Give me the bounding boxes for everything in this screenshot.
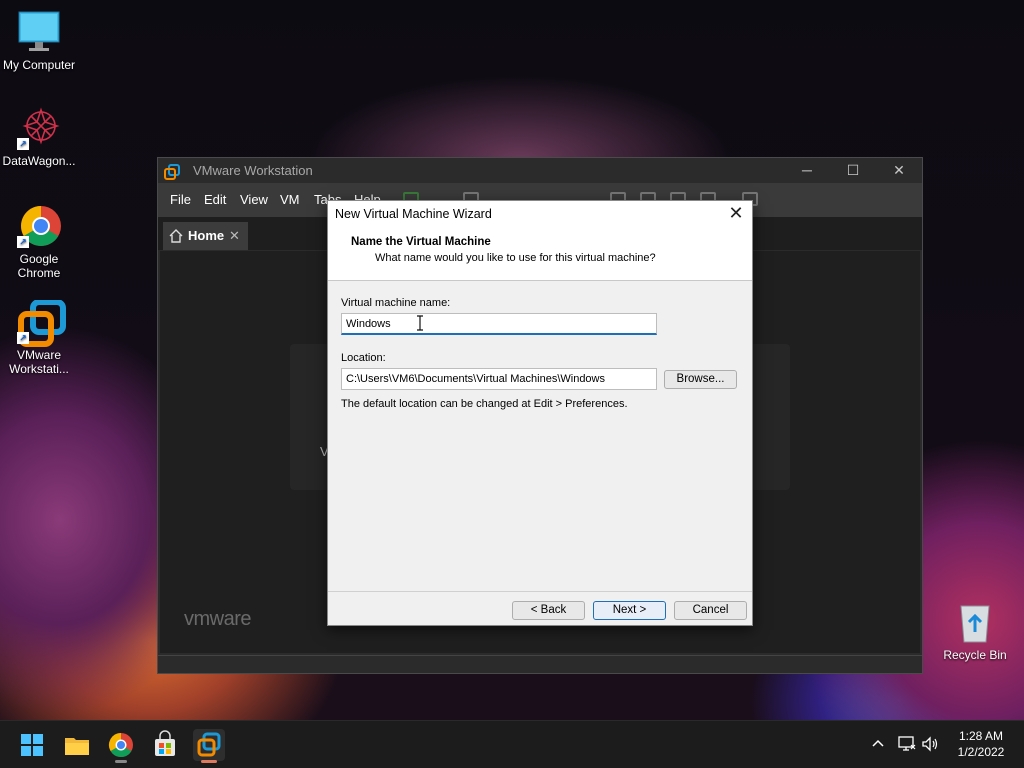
vm-name-label: Virtual machine name: [341,297,451,309]
tab-close-icon[interactable]: ✕ [229,222,240,250]
dialog-close-icon[interactable]: ✕ [726,201,746,225]
vmware-icon [164,163,180,180]
start-button[interactable] [16,729,48,761]
browse-button[interactable]: Browse... [664,370,737,389]
desktop-icon-label: Recycle Bin [943,648,1007,662]
vmware-logo: vmware [184,608,252,630]
cancel-button[interactable]: Cancel [674,601,747,620]
shortcut-arrow-icon: ↗ [17,236,29,248]
chrome-icon: ↗ [17,204,61,248]
store-icon [155,730,175,756]
menu-vm[interactable]: VM [280,192,300,207]
window-titlebar[interactable]: VMware Workstation ─ ☐ ✕ [158,158,922,183]
menu-view[interactable]: View [240,192,268,207]
desktop: My Computer ↗ DataWagon... ↗ Google Chro… [0,0,1024,720]
start-icon [21,734,43,756]
close-button[interactable]: ✕ [876,158,922,183]
datawagon-icon: ↗ [17,106,61,150]
footer-divider [328,591,752,592]
wizard-step-title: Name the Virtual Machine [351,236,491,248]
location-hint: The default location can be changed at E… [341,398,628,410]
active-indicator [201,760,217,763]
wizard-step-subtitle: What name would you like to use for this… [375,252,656,264]
tab-home[interactable]: Home ✕ [163,222,248,250]
file-explorer-icon [65,738,89,755]
clock[interactable]: 1:28 AM 1/2/2022 [948,728,1014,760]
location-input[interactable] [341,368,657,390]
back-button[interactable]: < Back [512,601,585,620]
window-title: VMware Workstation [193,163,313,178]
vmware-icon [197,732,221,757]
taskbar-file-explorer[interactable] [61,729,93,761]
tab-home-label: Home [188,228,225,243]
dialog-titlebar[interactable]: New Virtual Machine Wizard ✕ [328,201,752,227]
desktop-icon-my-computer[interactable]: My Computer [0,10,78,72]
desktop-icon-label: Google Chrome [17,252,61,280]
vmware-icon: ↗ [17,299,66,347]
clock-date: 1/2/2022 [957,745,1005,759]
new-vm-wizard-dialog: New Virtual Machine Wizard ✕ Name the Vi… [327,200,753,626]
shortcut-arrow-icon: ↗ [17,138,29,150]
recycle-bin-icon [953,600,997,644]
taskbar-chrome[interactable] [105,729,137,763]
taskbar-vmware[interactable] [193,729,225,763]
maximize-button[interactable]: ☐ [830,158,876,183]
desktop-icon-recycle-bin[interactable]: Recycle Bin [936,600,1014,662]
desktop-icon-vmware[interactable]: ↗ VMware Workstati... [0,299,78,376]
taskbar-store[interactable] [149,729,181,761]
desktop-icon-label: My Computer [2,58,76,72]
desktop-icon-label: DataWagon... [2,154,76,168]
vm-name-input[interactable] [341,313,657,335]
status-bar [158,655,922,673]
chevron-up-icon[interactable] [870,735,886,754]
shortcut-arrow-icon: ↗ [17,332,29,344]
menu-file[interactable]: File [170,192,191,207]
taskbar: 1:28 AM 1/2/2022 [0,720,1024,768]
location-label: Location: [341,352,386,364]
dialog-title: New Virtual Machine Wizard [335,207,492,221]
desktop-icon-label: VMware Workstati... [9,348,69,376]
menu-edit[interactable]: Edit [204,192,226,207]
volume-icon[interactable] [921,735,939,756]
wizard-header: Name the Virtual Machine What name would… [328,227,752,281]
text-cursor-icon [416,315,424,331]
desktop-icon-google-chrome[interactable]: ↗ Google Chrome [0,204,78,280]
next-button[interactable]: Next > [593,601,666,620]
minimize-button[interactable]: ─ [784,158,830,183]
running-indicator [115,760,127,763]
clock-time: 1:28 AM [958,729,1004,743]
desktop-icon-datawagon[interactable]: ↗ DataWagon... [0,106,78,168]
monitor-icon [17,10,61,54]
network-icon[interactable] [897,735,917,756]
chrome-icon [108,733,133,758]
